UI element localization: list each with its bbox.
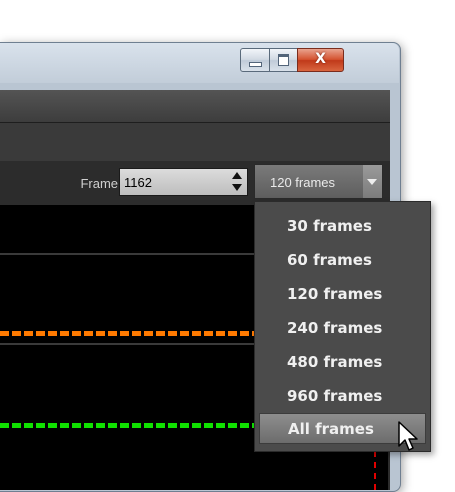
frame-value[interactable]: 1162 <box>124 175 152 190</box>
frame-range-dropdown[interactable]: 120 frames <box>254 164 383 199</box>
menu-item-30-frames[interactable]: 30 frames <box>259 211 426 242</box>
spin-down-arrow-icon[interactable] <box>232 184 242 191</box>
minimize-icon <box>249 62 262 67</box>
graph-divider <box>0 343 254 345</box>
orange-series-line <box>0 331 256 336</box>
frame-spinbox[interactable]: 1162 <box>119 168 248 196</box>
menu-item-480-frames[interactable]: 480 frames <box>259 347 426 378</box>
app-subheader <box>0 123 390 161</box>
frame-range-menu: 30 frames 60 frames 120 frames 240 frame… <box>254 201 431 452</box>
dropdown-toggle[interactable] <box>363 165 382 198</box>
menu-item-60-frames[interactable]: 60 frames <box>259 245 426 276</box>
menu-item-120-frames[interactable]: 120 frames <box>259 279 426 310</box>
close-button[interactable]: X <box>297 48 344 72</box>
spin-up-arrow-icon[interactable] <box>232 172 242 179</box>
menu-item-240-frames[interactable]: 240 frames <box>259 313 426 344</box>
menu-item-960-frames[interactable]: 960 frames <box>259 381 426 412</box>
graph-divider <box>0 253 254 255</box>
app-header-bar <box>0 90 390 123</box>
maximize-button[interactable] <box>269 48 298 72</box>
maximize-icon <box>278 54 289 66</box>
chevron-down-icon <box>367 179 377 185</box>
close-icon: X <box>315 51 326 67</box>
green-series-line <box>0 423 256 428</box>
frame-range-selected: 120 frames <box>270 175 336 190</box>
frame-label: Frame <box>80 176 118 191</box>
mouse-pointer-icon <box>398 421 418 451</box>
minimize-button[interactable] <box>240 48 270 72</box>
